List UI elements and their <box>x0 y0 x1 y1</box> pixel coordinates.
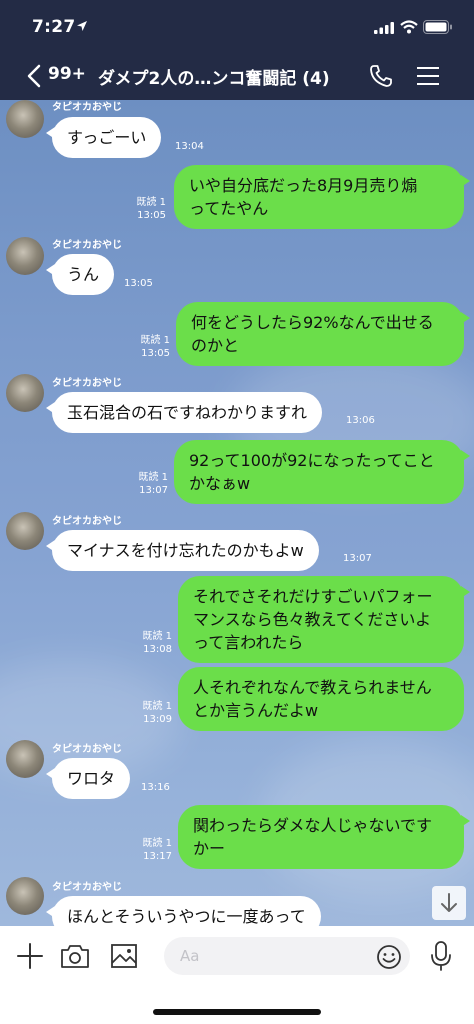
message-line: 人それぞれなんで教えられません <box>193 678 432 697</box>
sender-name: タピオカおやじ <box>52 102 122 113</box>
chat-header: 99+ ダメプ2人の…ンコ奮闘記 (4) <box>0 56 474 100</box>
call-icon[interactable] <box>368 63 394 89</box>
outgoing-message[interactable]: いや自分底だった8月9月売り煽 ってたやん <box>174 165 470 229</box>
location-arrow-icon <box>77 21 87 31</box>
avatar[interactable] <box>6 100 44 138</box>
wifi-icon <box>400 20 418 34</box>
message-time: 13:07 <box>139 485 168 496</box>
message-line: かー <box>193 839 226 858</box>
sender-name: タピオカおやじ <box>52 744 122 755</box>
battery-icon <box>423 20 452 34</box>
emoji-icon[interactable] <box>376 944 402 970</box>
message-line: とか言うんだよw <box>193 701 319 720</box>
incoming-message[interactable]: ほんとそういうやつに一度あって <box>46 896 321 926</box>
message-line: 関わったらダメな人じゃないです <box>193 816 433 835</box>
message-text: 玉石混合の石ですねわかりますれ <box>67 403 308 422</box>
outgoing-message[interactable]: それでさそれだけすごいパフォー マンスなら色々教えてくださいよ って言われたら <box>178 576 470 663</box>
message-input[interactable]: Aa <box>164 937 410 975</box>
message-line: 何をどうしたら92%なんで出せる <box>191 313 434 332</box>
plus-icon[interactable] <box>16 942 44 970</box>
message-meta: 既読 1 13:09 <box>130 700 172 726</box>
sender-name: タピオカおやじ <box>52 882 122 893</box>
message-time: 13:08 <box>143 644 172 655</box>
message-meta: 既読 1 13:17 <box>132 837 172 863</box>
read-receipt: 既読 1 <box>138 472 168 483</box>
read-receipt: 既読 1 <box>142 701 172 712</box>
chat-title: ダメプ2人の…ンコ奮闘記 (4) <box>98 69 330 89</box>
input-placeholder: Aa <box>180 947 200 965</box>
sender-name: タピオカおやじ <box>52 516 122 527</box>
avatar[interactable] <box>6 237 44 275</box>
message-text: うん <box>67 265 100 284</box>
status-bar: 7:27 <box>0 0 474 56</box>
signal-icon <box>374 22 394 34</box>
mic-icon[interactable] <box>430 940 452 972</box>
status-time: 7:27 <box>32 17 76 37</box>
message-line: って言われたら <box>193 633 304 652</box>
incoming-message[interactable]: すっごーい <box>45 117 162 158</box>
message-time: 13:05 <box>137 210 166 221</box>
read-receipt: 既読 1 <box>142 838 172 849</box>
incoming-message[interactable]: 玉石混合の石ですねわかりますれ <box>45 392 323 433</box>
message-text: すっごーい <box>67 128 147 147</box>
incoming-message[interactable]: マイナスを付け忘れたのかもよw <box>46 530 319 571</box>
message-line: のかと <box>191 336 240 355</box>
avatar[interactable] <box>6 740 44 778</box>
message-time: 13:06 <box>346 415 375 426</box>
message-line: それでさそれだけすごいパフォー <box>193 587 433 606</box>
camera-icon[interactable] <box>60 943 90 969</box>
message-line: マンスなら色々教えてくださいよ <box>193 610 432 629</box>
message-text: マイナスを付け忘れたのかもよw <box>67 541 304 560</box>
message-line: いや自分底だった8月9月売り煽 <box>189 176 418 195</box>
chat-area[interactable]: タピオカおやじ すっごーい 13:04 既読 1 13:05 いや自分底だった8… <box>0 100 474 926</box>
message-meta: 既読 1 13:05 <box>126 196 166 222</box>
avatar[interactable] <box>6 877 44 915</box>
message-line: 92って100が92になったってこと <box>189 451 435 470</box>
avatar[interactable] <box>6 374 44 412</box>
sender-name: タピオカおやじ <box>52 378 122 389</box>
message-time: 13:04 <box>175 141 204 152</box>
message-text: ワロタ <box>67 769 116 788</box>
message-time: 13:16 <box>141 782 170 793</box>
read-receipt: 既読 1 <box>140 335 170 346</box>
outgoing-message[interactable]: 関わったらダメな人じゃないです かー <box>178 805 470 869</box>
avatar[interactable] <box>6 512 44 550</box>
message-line: ってたやん <box>189 199 269 218</box>
message-meta: 既読 1 13:07 <box>126 471 168 497</box>
menu-icon[interactable] <box>416 66 440 86</box>
scroll-down-button[interactable] <box>432 886 466 920</box>
read-receipt: 既読 1 <box>136 197 166 208</box>
message-meta: 既読 1 13:05 <box>126 334 170 360</box>
message-meta: 既読 1 13:08 <box>130 630 172 656</box>
message-time: 13:07 <box>343 553 372 564</box>
message-time: 13:05 <box>141 348 170 359</box>
sender-name: タピオカおやじ <box>52 240 122 251</box>
message-time: 13:05 <box>124 278 153 289</box>
message-line: かなぁw <box>189 474 251 493</box>
message-time: 13:09 <box>143 714 172 725</box>
scroll-down-icon <box>441 893 457 912</box>
unread-count[interactable]: 99+ <box>48 64 86 84</box>
incoming-message[interactable]: ワロタ <box>45 758 131 799</box>
outgoing-message[interactable]: 人それぞれなんで教えられません とか言うんだよw <box>178 667 464 731</box>
read-receipt: 既読 1 <box>142 631 172 642</box>
outgoing-message[interactable]: 何をどうしたら92%なんで出せる のかと <box>176 302 470 366</box>
back-chevron-icon[interactable] <box>26 64 42 88</box>
message-text: ほんとそういうやつに一度あって <box>67 907 306 926</box>
image-icon[interactable] <box>110 943 138 969</box>
top-bar: 7:27 99+ ダメプ2人の…ンコ奮闘記 (4) <box>0 0 474 100</box>
home-indicator[interactable] <box>153 1009 321 1015</box>
incoming-message[interactable]: うん <box>45 254 115 295</box>
message-time: 13:17 <box>143 851 172 862</box>
outgoing-message[interactable]: 92って100が92になったってこと かなぁw <box>174 440 470 504</box>
